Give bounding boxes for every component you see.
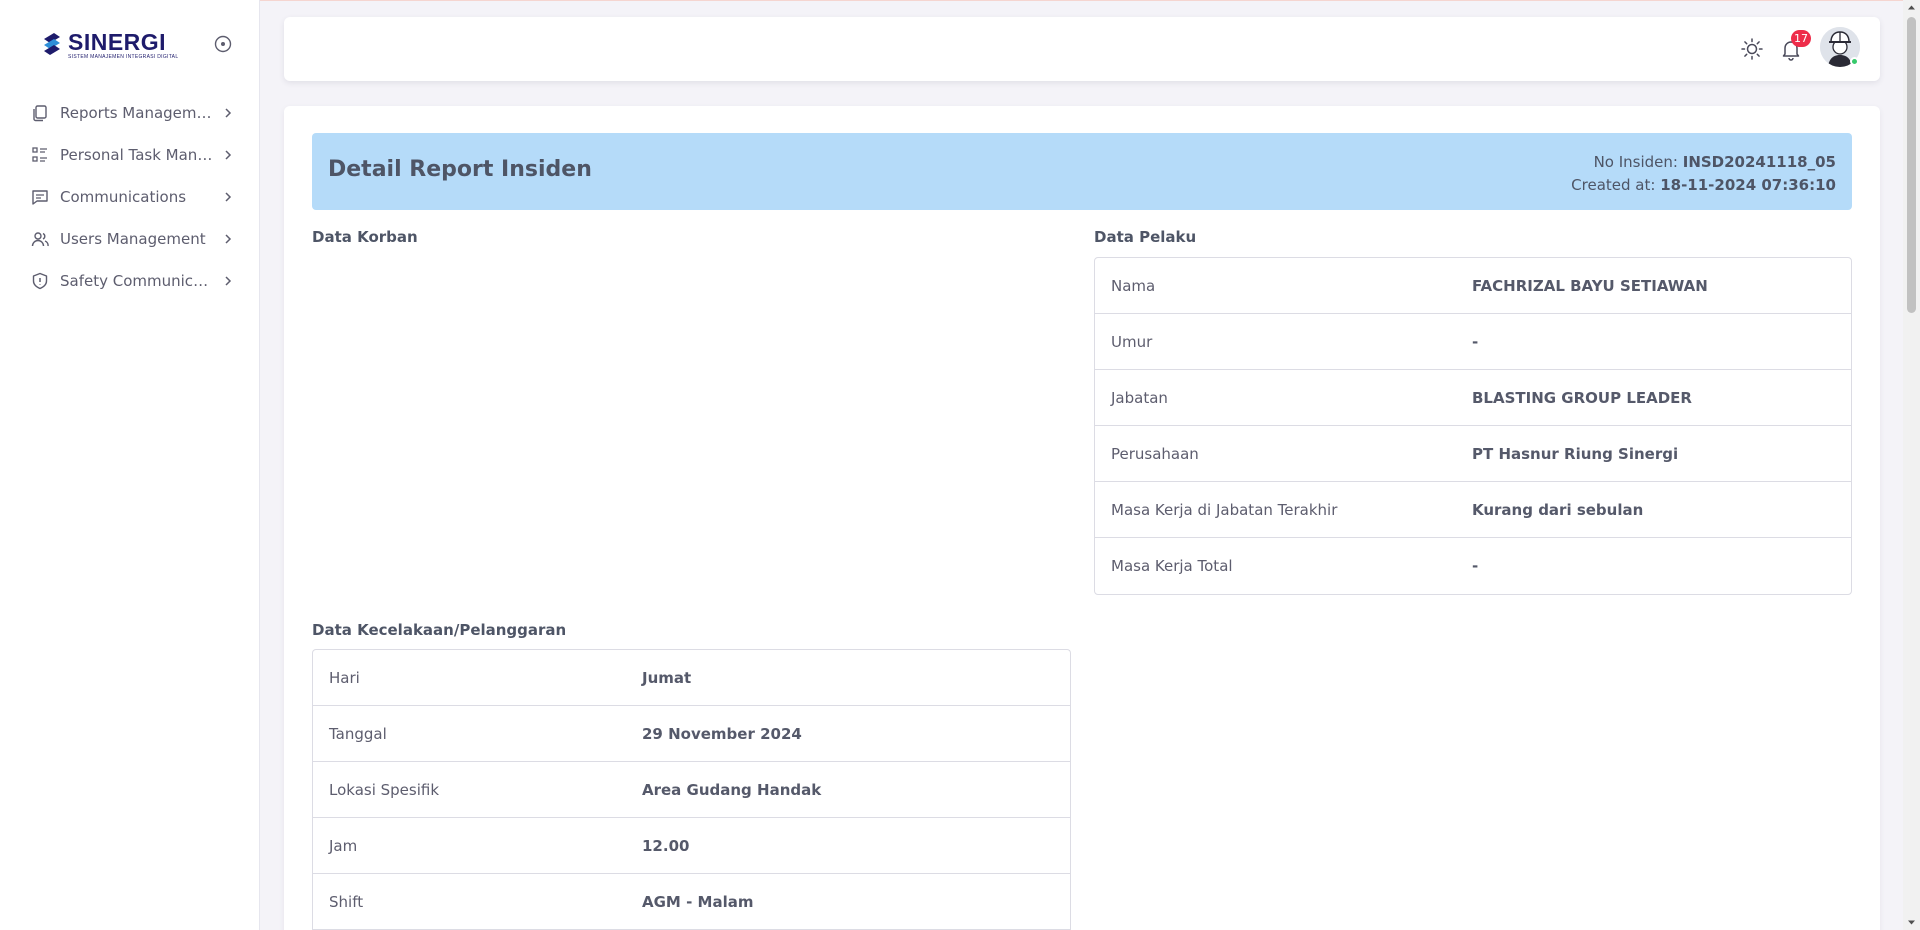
files-icon [30,103,50,123]
sidebar-item-reports-management[interactable]: Reports Management [30,92,235,134]
row-key: Tanggal [329,724,387,743]
top-header: 17 [284,17,1880,81]
row-value: Kurang dari sebulan [1472,500,1644,519]
section-title-korban: Data Korban [312,228,418,246]
row-value: Jumat [642,668,692,687]
notification-badge: 17 [1791,30,1811,47]
task-list-icon [30,145,50,165]
chevron-right-icon [225,234,232,244]
incident-no-label: No Insiden: [1593,153,1678,171]
created-at-label: Created at: [1571,176,1656,194]
report-detail-card: Detail Report Insiden No Insiden: INSD20… [284,106,1880,930]
row-value: BLASTING GROUP LEADER [1472,388,1692,407]
row-value: PT Hasnur Riung Sinergi [1472,444,1679,463]
report-meta: No Insiden: INSD20241118_05 Created at: … [1571,151,1836,197]
sidebar-item-safety-communications[interactable]: Safety Communications [30,260,235,302]
section-title-pelaku: Data Pelaku [1094,228,1197,246]
table-row: Hari Jumat [313,650,1070,706]
row-value: FACHRIZAL BAYU SETIAWAN [1472,276,1708,295]
row-value: 29 November 2024 [642,724,802,743]
sidebar-item-label: Personal Task Management [60,146,215,164]
chevron-right-icon [225,150,232,160]
page-title: Detail Report Insiden [328,157,592,182]
brand-name: SINERGI [68,29,167,55]
table-row: Jam 12.00 [313,818,1070,874]
sidebar-item-personal-task-management[interactable]: Personal Task Management [30,134,235,176]
table-row: Masa Kerja di Jabatan Terakhir Kurang da… [1095,482,1851,538]
table-row: Perusahaan PT Hasnur Riung Sinergi [1095,426,1851,482]
sidebar-item-label: Safety Communications [60,272,215,290]
table-row: Shift AGM - Malam [313,874,1070,930]
page-scrollbar[interactable] [1903,0,1920,930]
shield-icon [30,271,50,291]
sidebar-item-label: Users Management [60,230,206,248]
row-key: Masa Kerja di Jabatan Terakhir [1111,500,1338,519]
row-key: Shift [329,892,364,911]
scroll-down-arrow-icon[interactable] [1907,918,1916,927]
row-key: Jabatan [1111,388,1168,407]
row-value: AGM - Malam [642,892,754,911]
pelaku-table: Nama FACHRIZAL BAYU SETIAWAN Umur - Jaba… [1094,257,1852,595]
users-icon [30,229,50,249]
online-status-dot [1850,57,1859,66]
chevron-right-icon [225,276,232,286]
chat-icon [30,187,50,207]
table-row: Tanggal 29 November 2024 [313,706,1070,762]
row-key: Masa Kerja Total [1111,557,1233,575]
sidebar-item-label: Reports Management [60,104,215,122]
row-value: - [1472,557,1479,575]
chevron-right-icon [225,192,232,202]
kecelakaan-table: Hari Jumat Tanggal 29 November 2024 Loka… [312,649,1071,930]
brand-tagline: SISTEM MANAJEMEN INTEGRASI DIGITAL [68,54,179,60]
row-key: Nama [1111,276,1156,295]
table-row: Jabatan BLASTING GROUP LEADER [1095,370,1851,426]
row-key: Perusahaan [1111,444,1199,463]
row-key: Jam [329,836,358,855]
sidebar-nav: Reports Management Personal Task Managem… [30,92,235,302]
brand-logo[interactable]: SINERGI SISTEM MANAJEMEN INTEGRASI DIGIT… [40,28,178,62]
table-row: Lokasi Spesifik Area Gudang Handak [313,762,1070,818]
row-key: Umur [1111,332,1153,351]
sidebar-toggle-icon[interactable] [213,34,233,54]
report-banner: Detail Report Insiden No Insiden: INSD20… [312,133,1852,210]
section-title-kecelakaan: Data Kecelakaan/Pelanggaran [312,621,567,639]
sidebar: SINERGI SISTEM MANAJEMEN INTEGRASI DIGIT… [0,0,260,930]
row-key: Lokasi Spesifik [329,780,440,799]
sun-icon[interactable] [1740,37,1764,61]
sidebar-item-label: Communications [60,188,187,206]
sidebar-item-communications[interactable]: Communications [30,176,235,218]
table-row: Nama FACHRIZAL BAYU SETIAWAN [1095,258,1851,314]
top-accent-line [0,0,1920,1]
created-at-value: 18-11-2024 07:36:10 [1660,176,1836,194]
scrollbar-thumb[interactable] [1907,17,1916,313]
incident-no-value: INSD20241118_05 [1682,153,1836,171]
table-row: Masa Kerja Total - [1095,538,1851,594]
row-value: - [1472,332,1479,351]
brand-logo-icon [44,33,60,55]
row-value: 12.00 [642,836,690,855]
table-row: Umur - [1095,314,1851,370]
chevron-right-icon [225,108,232,118]
row-key: Hari [329,668,360,687]
row-value: Area Gudang Handak [642,780,822,799]
scroll-up-arrow-icon[interactable] [1907,3,1916,12]
sidebar-item-users-management[interactable]: Users Management [30,218,235,260]
